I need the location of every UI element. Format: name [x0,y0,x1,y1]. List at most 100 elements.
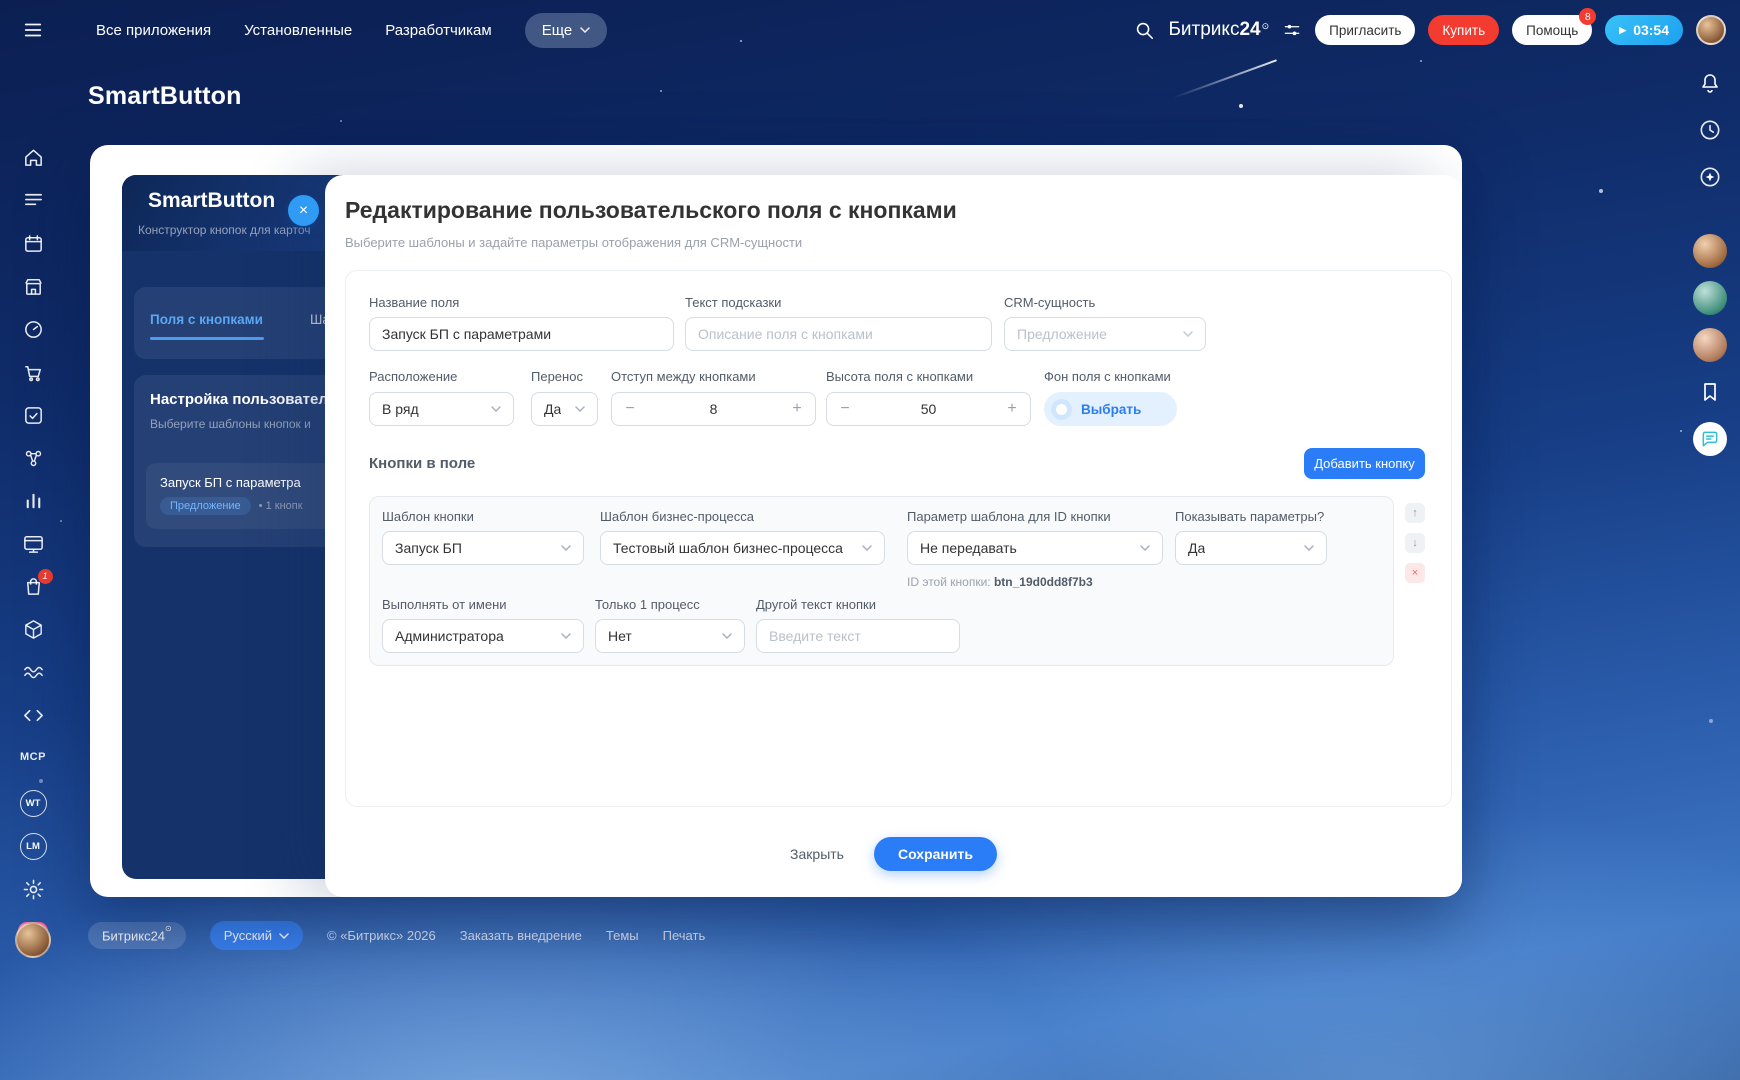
automation-icon[interactable] [0,447,66,470]
sidebar-item-wt[interactable]: WT [0,790,66,817]
timer-button[interactable]: ▶ 03:54 [1605,15,1683,45]
height-plus-button[interactable]: + [994,400,1030,418]
single-process-select[interactable]: Нет [595,619,745,653]
id-param-value: Не передавать [920,540,1017,556]
chevron-down-icon [279,932,289,939]
remove-button-button[interactable]: × [1405,563,1425,583]
analytics-icon[interactable] [0,489,66,512]
wrap-select[interactable]: Да [531,392,598,426]
copilot-icon[interactable] [1693,160,1727,194]
run-as-select[interactable]: Администратора [382,619,584,653]
field-name-input[interactable] [369,317,674,351]
id-param-select[interactable]: Не передавать [907,531,1163,565]
footer-link-implementation[interactable]: Заказать внедрение [460,928,582,943]
custom-text-input[interactable] [756,619,960,653]
save-button[interactable]: Сохранить [873,837,997,871]
close-button[interactable]: Закрыть [790,846,844,862]
height-value[interactable]: 50 [863,401,994,417]
invite-button[interactable]: Пригласить [1315,15,1416,45]
more-button[interactable]: Еще [524,12,608,48]
sidebar-item-mcp[interactable]: MCP [0,751,66,763]
waves-icon[interactable] [0,661,66,684]
nav-developers[interactable]: Разработчикам [385,22,491,39]
layout-select[interactable]: В ряд [369,392,514,426]
calendar-icon[interactable] [0,232,66,255]
home-icon[interactable] [0,146,66,169]
chevron-down-icon [862,545,872,551]
field-settings-form: Название поля Текст подсказки CRM-сущнос… [345,270,1452,807]
button-config-card: Шаблон кнопки Запуск БП Шаблон бизнес-пр… [369,496,1394,666]
chat-avatar-3[interactable] [1693,328,1727,362]
market-icon[interactable]: 1 [0,569,66,598]
notifications-bell-icon[interactable] [1693,66,1727,100]
chevron-down-icon [561,545,571,551]
messenger-icon[interactable] [1693,422,1727,456]
move-up-button[interactable]: ↑ [1405,503,1425,523]
gap-value[interactable]: 8 [648,401,779,417]
gap-minus-button[interactable]: − [612,400,648,418]
menu-toggle-icon[interactable] [0,19,66,41]
help-button[interactable]: Помощь 8 [1512,8,1597,45]
app-slider-panel: SmartButton Конструктор кнопок для карто… [90,145,1462,897]
show-params-select[interactable]: Да [1175,531,1327,565]
chevron-down-icon [1183,331,1193,337]
mcp-label: MCP [20,751,46,763]
footer-brand-label: Битрикс24 [102,928,166,944]
code-icon[interactable] [0,704,66,727]
run-as-label: Выполнять от имени [382,597,507,612]
tariff-settings-icon[interactable] [1282,20,1302,40]
tasks-icon[interactable] [0,404,66,427]
language-button[interactable]: Русский [209,921,303,950]
app-subtitle: Конструктор кнопок для карточ [138,223,311,237]
hint-label: Текст подсказки [685,295,782,310]
settings-card-title: Настройка пользователь [150,391,338,408]
crm-icon[interactable] [0,318,66,341]
gap-plus-button[interactable]: + [779,400,815,418]
bookmark-icon[interactable] [1693,375,1727,409]
user-avatar[interactable] [1696,15,1726,45]
feed-icon[interactable] [0,189,66,212]
bp-template-select[interactable]: Тестовый шаблон бизнес-процесса [600,531,885,565]
footer-link-themes[interactable]: Темы [606,928,639,943]
nav-all-apps[interactable]: Все приложения [96,22,211,39]
settings-gear-icon[interactable] [0,878,66,901]
gap-stepper: − 8 + [611,392,816,426]
move-down-button[interactable]: ↓ [1405,533,1425,553]
more-label: Еще [541,21,573,39]
sidebar-item-lm[interactable]: LM [0,833,66,860]
cube-icon[interactable] [0,618,66,641]
chat-avatar-2[interactable] [1693,281,1727,315]
button-template-select[interactable]: Запуск БП [382,531,584,565]
chevron-down-icon [1304,545,1314,551]
company-icon[interactable] [0,275,66,298]
bg-color-select-button[interactable]: Выбрать [1044,392,1177,426]
chevron-down-icon [561,633,571,639]
modal-footer: Закрыть Сохранить [325,837,1462,871]
crm-entity-select[interactable]: Предложение [1004,317,1206,351]
app-title: SmartButton [148,189,276,212]
history-clock-icon[interactable] [1693,113,1727,147]
sites-icon[interactable] [0,532,66,555]
footer-brand: Битрикс24⊙ [88,921,186,950]
bg-label: Фон поля с кнопками [1044,369,1171,384]
wt-label: WT [19,790,47,817]
hint-input[interactable] [685,317,992,351]
tab-fields-with-buttons[interactable]: Поля с кнопками [150,312,263,327]
layout-value: В ряд [382,401,419,417]
nav-installed[interactable]: Установленные [244,22,352,39]
show-params-label: Показывать параметры? [1175,509,1325,524]
footer-link-print[interactable]: Печать [663,928,706,943]
shop-cart-icon[interactable] [0,361,66,384]
chevron-down-icon [722,633,732,639]
close-icon[interactable]: × [288,195,319,226]
buy-button[interactable]: Купить [1428,15,1500,45]
chat-avatar-1[interactable] [1693,234,1727,268]
search-icon[interactable] [1133,19,1155,41]
help-badge: 8 [1579,8,1597,25]
chevron-down-icon [575,406,585,412]
profile-avatar[interactable] [15,922,51,958]
add-button-button[interactable]: Добавить кнопку [1304,448,1425,479]
gap-label: Отступ между кнопками [611,369,756,384]
height-minus-button[interactable]: − [827,400,863,418]
buttons-section-title: Кнопки в поле [369,455,476,472]
